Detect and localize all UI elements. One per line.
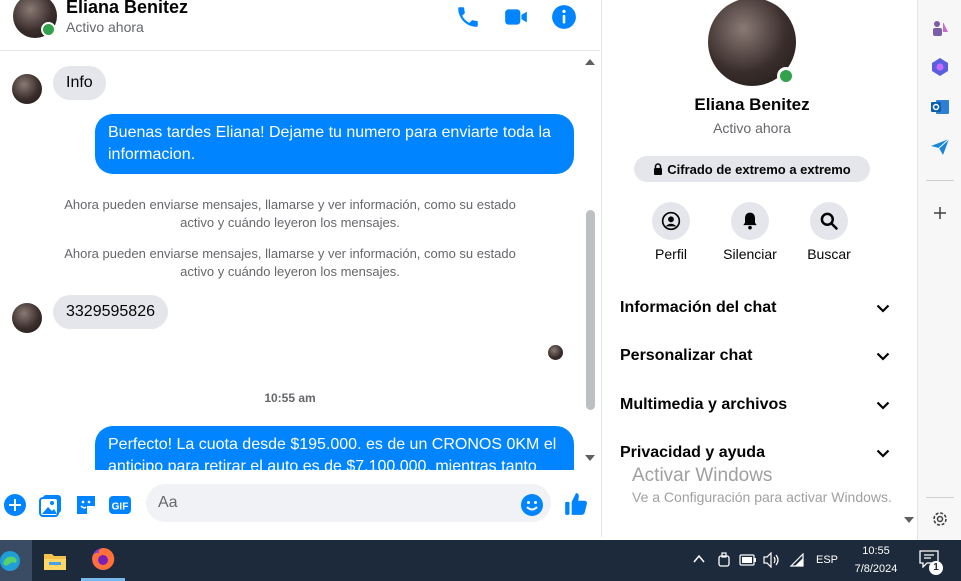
time-divider: 10:55 am	[264, 391, 316, 405]
scroll-down-arrow[interactable]	[904, 517, 914, 523]
edge-app[interactable]	[0, 540, 32, 581]
message-bubble-outgoing[interactable]: Buenas tardes Eliana! Dejame tu numero p…	[95, 114, 574, 174]
info-icon[interactable]	[551, 4, 577, 30]
contact-name[interactable]: Eliana Benitez	[66, 0, 188, 18]
chat-header: Eliana Benitez Activo ahora	[0, 0, 600, 51]
section-privacy[interactable]: Privacidad y ayuda	[620, 441, 890, 465]
battery-icon[interactable]	[739, 554, 757, 566]
search-icon	[810, 202, 848, 240]
composer: GIF	[0, 471, 600, 537]
send-icon[interactable]	[930, 137, 950, 157]
search-action[interactable]: Buscar	[789, 202, 869, 262]
profile-action[interactable]: Perfil	[631, 202, 711, 262]
sender-avatar	[12, 303, 42, 333]
section-label: Información del chat	[620, 299, 777, 316]
like-icon[interactable]	[563, 491, 589, 517]
wifi-icon[interactable]	[789, 553, 805, 567]
scroll-up-arrow[interactable]	[585, 59, 595, 65]
message-input[interactable]	[146, 484, 551, 522]
language-indicator[interactable]: ESP	[816, 554, 838, 566]
mute-label: Silenciar	[723, 246, 777, 262]
games-icon[interactable]	[930, 18, 950, 38]
message-list[interactable]: Info Buenas tardes Eliana! Dejame tu num…	[0, 52, 600, 470]
read-receipt-avatar	[548, 345, 563, 360]
outlook-icon[interactable]	[930, 97, 950, 117]
video-icon[interactable]	[503, 4, 529, 30]
notification-badge: 1	[929, 561, 943, 575]
firefox-app[interactable]	[81, 540, 125, 581]
section-label: Personalizar chat	[620, 347, 753, 364]
browser-sidebar	[917, 0, 961, 540]
sticker-icon[interactable]	[74, 493, 98, 517]
gif-icon[interactable]: GIF	[108, 493, 132, 517]
scroll-thumb[interactable]	[586, 210, 595, 410]
chevron-down-icon	[876, 304, 890, 313]
profile-label: Perfil	[655, 246, 687, 262]
encryption-label: Cifrado de extremo a extremo	[667, 161, 851, 177]
sidebar-divider	[926, 497, 954, 498]
profile-name: Eliana Benitez	[694, 95, 810, 114]
search-label: Buscar	[807, 246, 851, 262]
chat-info-panel: Eliana Benitez Activo ahora Cifrado de e…	[601, 0, 917, 537]
sidebar-divider	[926, 180, 954, 181]
message-bubble-outgoing[interactable]: Perfecto! La cuota desde $195.000. es de…	[95, 426, 574, 470]
user-icon	[652, 202, 690, 240]
file-explorer-app[interactable]	[33, 540, 77, 581]
section-label: Privacidad y ayuda	[620, 444, 765, 461]
encryption-badge[interactable]: Cifrado de extremo a extremo	[634, 156, 870, 182]
emoji-icon[interactable]	[520, 493, 544, 517]
section-label: Multimedia y archivos	[620, 396, 788, 413]
section-chat-info[interactable]: Información del chat	[620, 296, 890, 320]
contact-status: Activo ahora	[66, 19, 144, 35]
message-bubble-incoming[interactable]: Info	[53, 66, 106, 100]
taskbar: ESP 10:55 7/8/2024 1	[0, 540, 961, 581]
activate-windows-subtitle: Ve a Configuración para activar Windows.	[632, 489, 892, 505]
activate-windows-title: Activar Windows	[632, 465, 773, 486]
mute-action[interactable]: Silenciar	[710, 202, 790, 262]
scroll-down-arrow[interactable]	[585, 455, 595, 461]
sender-avatar	[12, 74, 42, 104]
online-indicator	[41, 22, 56, 37]
clock-time[interactable]: 10:55	[848, 545, 904, 557]
chevron-up-icon[interactable]	[692, 552, 706, 566]
photo-icon[interactable]	[39, 493, 63, 517]
phone-icon[interactable]	[455, 4, 481, 30]
plus-icon[interactable]	[3, 493, 27, 517]
chevron-down-icon	[876, 352, 890, 361]
svg-text:GIF: GIF	[112, 502, 129, 513]
add-icon[interactable]	[930, 203, 950, 223]
copilot-icon[interactable]	[930, 57, 950, 77]
meet-icon[interactable]	[716, 552, 732, 568]
section-customize[interactable]: Personalizar chat	[620, 344, 890, 368]
gear-icon[interactable]	[930, 509, 950, 529]
online-indicator	[777, 67, 795, 85]
chevron-down-icon	[876, 401, 890, 410]
clock-date[interactable]: 7/8/2024	[846, 563, 906, 575]
system-message: Ahora pueden enviarse mensajes, llamarse…	[64, 197, 516, 230]
volume-icon[interactable]	[763, 552, 781, 568]
profile-status: Activo ahora	[713, 120, 791, 136]
system-message: Ahora pueden enviarse mensajes, llamarse…	[64, 246, 516, 279]
message-bubble-incoming[interactable]: 3329595826	[53, 295, 168, 329]
bell-icon	[731, 202, 769, 240]
lock-icon	[653, 163, 663, 175]
section-media[interactable]: Multimedia y archivos	[620, 393, 890, 417]
chevron-down-icon	[876, 449, 890, 458]
